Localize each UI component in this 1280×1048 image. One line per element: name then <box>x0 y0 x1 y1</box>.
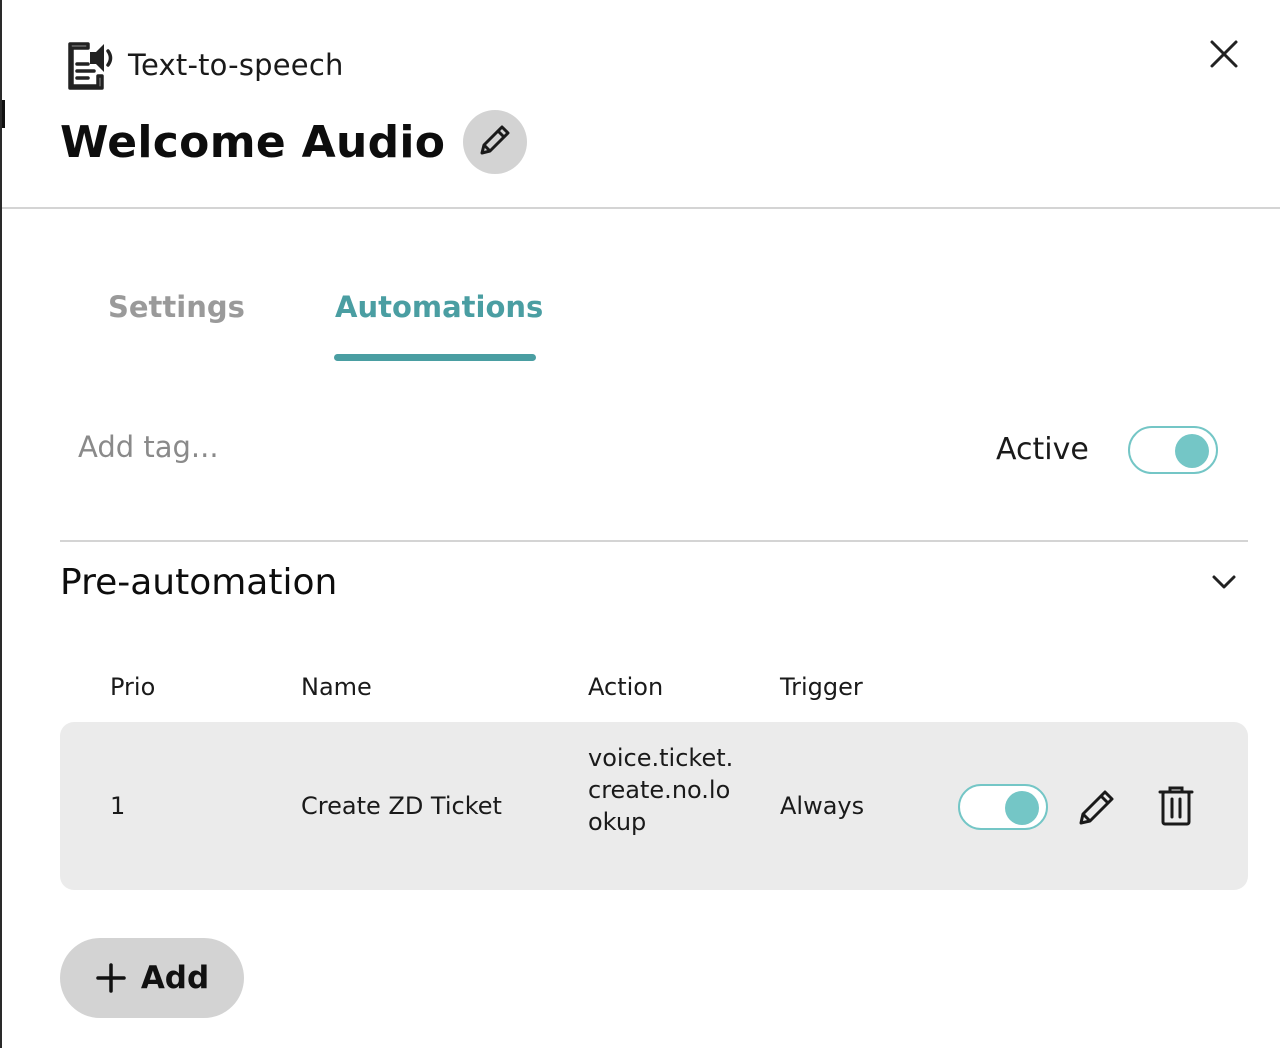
plus-icon <box>95 962 127 994</box>
column-header-action: Action <box>588 673 664 701</box>
toggle-knob <box>1175 434 1209 468</box>
column-header-name: Name <box>301 673 372 701</box>
close-icon <box>1209 39 1239 73</box>
add-button-label: Add <box>140 960 210 996</box>
active-label: Active <box>996 432 1089 467</box>
node-type-row: Text-to-speech <box>64 38 344 92</box>
edit-title-button[interactable] <box>463 110 528 174</box>
text-to-speech-icon <box>64 38 116 92</box>
edit-row-button[interactable] <box>1076 786 1118 828</box>
table-row: 1 Create ZD Ticket voice.ticket.create.n… <box>60 722 1248 890</box>
tab-automations[interactable]: Automations <box>335 290 543 324</box>
collapse-section-button[interactable] <box>1208 570 1240 598</box>
trash-icon <box>1158 786 1194 826</box>
row-action: voice.ticket.create.no.lookup <box>588 744 734 836</box>
active-toggle[interactable] <box>1128 426 1218 474</box>
column-header-prio: Prio <box>110 673 156 701</box>
delete-row-button[interactable] <box>1158 786 1194 826</box>
node-type-label: Text-to-speech <box>128 48 344 82</box>
close-button[interactable] <box>1204 36 1244 76</box>
column-header-trigger: Trigger <box>780 673 863 701</box>
row-prio: 1 <box>110 792 126 820</box>
row-enabled-toggle[interactable] <box>958 784 1048 830</box>
automation-panel: Text-to-speech Welcome Audio Settings Au… <box>0 0 1280 1048</box>
pencil-icon <box>476 121 514 163</box>
active-tab-indicator <box>334 354 536 361</box>
title-row: Welcome Audio <box>60 110 528 174</box>
row-name: Create ZD Ticket <box>301 792 502 820</box>
row-trigger: Always <box>780 792 865 820</box>
page-title: Welcome Audio <box>60 116 446 168</box>
add-tag-input[interactable] <box>78 424 498 470</box>
add-automation-button[interactable]: Add <box>60 938 244 1018</box>
toggle-knob <box>1005 791 1039 825</box>
chevron-down-icon <box>1211 574 1237 594</box>
section-title: Pre-automation <box>60 562 338 603</box>
section-divider <box>60 540 1248 542</box>
tab-settings[interactable]: Settings <box>108 290 245 324</box>
pencil-icon <box>1079 790 1114 825</box>
panel-header: Text-to-speech Welcome Audio <box>2 0 1280 209</box>
